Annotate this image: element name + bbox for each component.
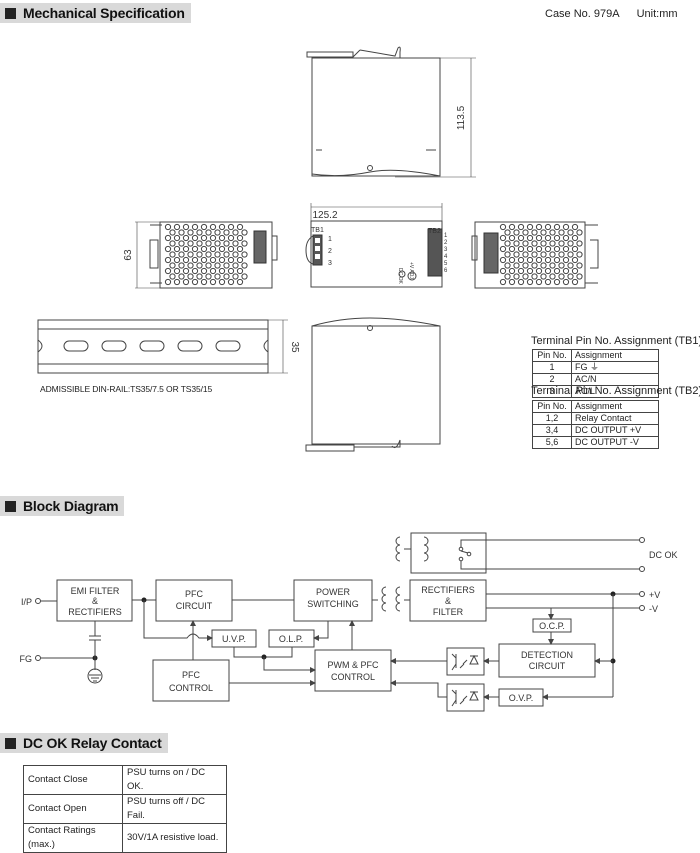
transformer-icon	[381, 586, 401, 612]
pwm-pfc-label-2: CONTROL	[331, 672, 375, 682]
dc-ok-output-label: DC OK	[649, 550, 678, 560]
pfc-control-label-2: CONTROL	[169, 683, 213, 693]
pwm-pfc-control-block	[314, 649, 392, 692]
rectifiers-label-1: RECTIFIERS	[421, 585, 475, 595]
table-row: Contact Ratings (max.) 30V/1A resistive …	[23, 823, 227, 853]
emi-label-3: RECTIFIERS	[68, 607, 122, 617]
ip-terminal-icon	[35, 598, 41, 604]
power-switching-label-2: SWITCHING	[307, 599, 359, 609]
optocoupler-icon	[446, 647, 485, 676]
rectifiers-label-3: FILTER	[433, 607, 464, 617]
power-switching-label-1: POWER	[316, 587, 351, 597]
fg-label: FG	[20, 654, 33, 664]
relay-block	[410, 532, 487, 574]
relay-value-cell: PSU turns on / DC OK.	[122, 765, 227, 795]
table-row: Contact Close PSU turns on / DC OK.	[23, 765, 227, 795]
detection-label-1: DETECTION	[521, 650, 573, 660]
relay-value-cell: 30V/1A resistive load.	[122, 823, 227, 853]
relay-key-cell: Contact Close	[23, 765, 123, 795]
block-diagram: I/P FG EMI FILTER & RECTIFIERS PFC CIRCU…	[20, 532, 678, 712]
ocp-label: O.C.P.	[539, 621, 565, 631]
pfc-control-block	[152, 659, 230, 702]
plus-v-label: +V	[649, 590, 660, 600]
relay-transformer-icon	[395, 536, 429, 562]
minus-v-terminal-icon	[639, 605, 645, 611]
emi-label-2: &	[92, 596, 98, 606]
relay-contact-table: Contact Close PSU turns on / DC OK. Cont…	[23, 765, 227, 853]
plus-v-terminal-icon	[639, 591, 645, 597]
ip-label: I/P	[21, 597, 32, 607]
minus-v-label: -V	[649, 604, 658, 614]
table-row: Contact Open PSU turns off / DC Fail.	[23, 794, 227, 824]
olp-label: O.L.P.	[279, 634, 303, 644]
relay-key-cell: Contact Open	[23, 794, 123, 824]
rectifiers-label-2: &	[445, 596, 451, 606]
relay-key-cell: Contact Ratings (max.)	[23, 823, 123, 853]
pfc-control-label-1: PFC	[182, 670, 201, 680]
uvp-label: U.V.P.	[222, 634, 246, 644]
ovp-label: O.V.P.	[509, 693, 534, 703]
detection-label-2: CIRCUIT	[529, 661, 566, 671]
dc-ok-terminal-icon	[639, 566, 645, 572]
dc-ok-terminal-icon	[639, 537, 645, 543]
pfc-circuit-label-1: PFC	[185, 589, 204, 599]
fg-terminal-icon	[35, 655, 41, 661]
optocoupler-icon	[446, 683, 485, 712]
emi-label-1: EMI FILTER	[71, 586, 120, 596]
relay-value-cell: PSU turns off / DC Fail.	[122, 794, 227, 824]
earth-ground-icon	[87, 668, 103, 684]
pfc-circuit-label-2: CIRCUIT	[176, 601, 213, 611]
pwm-pfc-label-1: PWM & PFC	[328, 660, 379, 670]
